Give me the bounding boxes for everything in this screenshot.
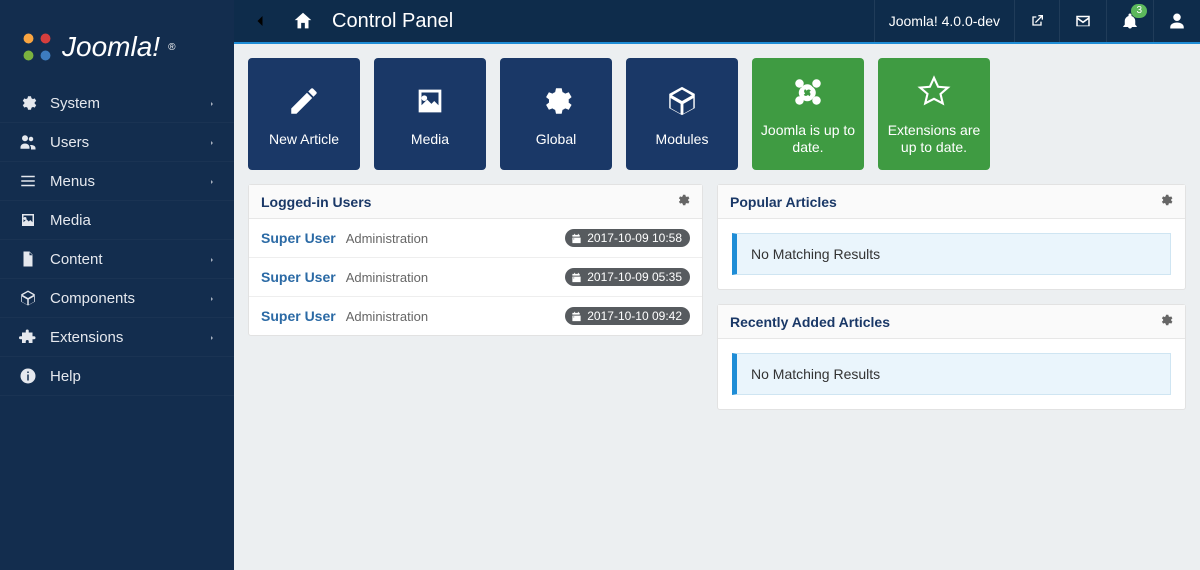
brand[interactable]: Joomla! ® — [0, 0, 234, 84]
user-link[interactable]: Super User — [261, 269, 336, 285]
main-area: Control Panel Joomla! 4.0.0-dev 3 New Ar… — [234, 0, 1200, 570]
joomla-logo-icon — [20, 30, 54, 64]
gear-icon — [539, 81, 573, 121]
sidebar-item-label: Components — [50, 290, 135, 307]
sidebar-item-label: Menus — [50, 173, 95, 190]
messages-button[interactable] — [1059, 0, 1106, 42]
sidebar-nav: System Users Menus Media Content Components Ex… — [0, 84, 234, 396]
user-area: Administration — [346, 309, 566, 324]
tile-label: Extensions are up to date. — [886, 122, 982, 157]
chevron-right-icon — [208, 329, 216, 346]
image-icon — [18, 210, 38, 230]
panel-settings-button[interactable] — [676, 193, 690, 210]
page-title: Control Panel — [332, 10, 453, 33]
cube-icon — [665, 81, 699, 121]
popular-articles-panel: Popular Articles No Matching Results — [717, 184, 1186, 290]
user-link[interactable]: Super User — [261, 308, 336, 324]
tile-label: Global — [536, 131, 576, 147]
tile-joomla-is-up-to-date[interactable]: Joomla is up to date. — [752, 58, 864, 170]
sidebar: Joomla! ® System Users Menus Media Content Com… — [0, 0, 234, 570]
brand-label: Joomla! — [62, 31, 160, 63]
open-frontend-button[interactable] — [1014, 0, 1059, 42]
tile-label: Modules — [656, 131, 709, 147]
pencil-icon — [287, 81, 321, 121]
sidebar-item-extensions[interactable]: Extensions — [0, 318, 234, 357]
chevron-right-icon — [208, 251, 216, 268]
tile-modules[interactable]: Modules — [626, 58, 738, 170]
panel-settings-button[interactable] — [1159, 313, 1173, 330]
timestamp-badge: 2017-10-10 09:42 — [565, 307, 690, 325]
chevron-right-icon — [208, 290, 216, 307]
file-icon — [18, 249, 38, 269]
gear-icon — [18, 93, 38, 113]
notification-badge: 3 — [1131, 4, 1147, 18]
timestamp-badge: 2017-10-09 10:58 — [565, 229, 690, 247]
tile-media[interactable]: Media — [374, 58, 486, 170]
user-link[interactable]: Super User — [261, 230, 336, 246]
recently-added-articles-panel: Recently Added Articles No Matching Resu… — [717, 304, 1186, 410]
tile-new-article[interactable]: New Article — [248, 58, 360, 170]
panel-title: Logged-in Users — [261, 194, 371, 210]
chevron-right-icon — [208, 95, 216, 112]
sidebar-item-content[interactable]: Content — [0, 240, 234, 279]
content: New Article Media Global Modules Joomla is u… — [234, 44, 1200, 570]
back-button[interactable] — [246, 11, 274, 31]
sidebar-item-label: Extensions — [50, 329, 123, 346]
chevron-right-icon — [208, 173, 216, 190]
notifications-button[interactable]: 3 — [1106, 0, 1153, 42]
joomla-icon — [791, 72, 825, 112]
sidebar-item-users[interactable]: Users — [0, 123, 234, 162]
sidebar-item-components[interactable]: Components — [0, 279, 234, 318]
cube-icon — [18, 288, 38, 308]
tile-label: Joomla is up to date. — [760, 122, 856, 157]
tile-label: New Article — [269, 131, 339, 147]
puzzle-icon — [18, 327, 38, 347]
menu-icon — [18, 171, 38, 191]
panel-settings-button[interactable] — [1159, 193, 1173, 210]
sidebar-item-label: Content — [50, 251, 103, 268]
users-icon — [18, 132, 38, 152]
logged-in-user-row: Super User Administration2017-10-09 05:35 — [249, 257, 702, 296]
tile-global[interactable]: Global — [500, 58, 612, 170]
tile-label: Media — [411, 131, 449, 147]
home-icon[interactable] — [288, 10, 318, 32]
panel-title: Recently Added Articles — [730, 314, 890, 330]
panel-title: Popular Articles — [730, 194, 837, 210]
sidebar-item-media[interactable]: Media — [0, 201, 234, 240]
tile-extensions-are-up-to-date[interactable]: Extensions are up to date. — [878, 58, 990, 170]
sidebar-item-label: System — [50, 95, 100, 112]
timestamp-badge: 2017-10-09 05:35 — [565, 268, 690, 286]
empty-notice: No Matching Results — [732, 353, 1171, 395]
empty-notice: No Matching Results — [732, 233, 1171, 275]
version-label[interactable]: Joomla! 4.0.0-dev — [874, 0, 1014, 42]
info-icon — [18, 366, 38, 386]
sidebar-item-menus[interactable]: Menus — [0, 162, 234, 201]
sidebar-item-system[interactable]: System — [0, 84, 234, 123]
sidebar-item-label: Media — [50, 212, 91, 229]
sidebar-item-label: Users — [50, 134, 89, 151]
user-area: Administration — [346, 270, 566, 285]
topbar: Control Panel Joomla! 4.0.0-dev 3 — [234, 0, 1200, 44]
sidebar-item-label: Help — [50, 368, 81, 385]
sidebar-item-help[interactable]: Help — [0, 357, 234, 396]
logged-in-user-row: Super User Administration2017-10-10 09:42 — [249, 296, 702, 335]
logged-in-user-row: Super User Administration2017-10-09 10:58 — [249, 219, 702, 257]
quick-tiles: New Article Media Global Modules Joomla is u… — [248, 58, 1186, 170]
image-icon — [413, 81, 447, 121]
user-menu-button[interactable] — [1153, 0, 1200, 42]
star-icon — [917, 72, 951, 112]
logged-in-users-panel: Logged-in Users Super User Administration… — [248, 184, 703, 336]
chevron-right-icon — [208, 134, 216, 151]
user-area: Administration — [346, 231, 566, 246]
brand-registered: ® — [168, 42, 175, 53]
